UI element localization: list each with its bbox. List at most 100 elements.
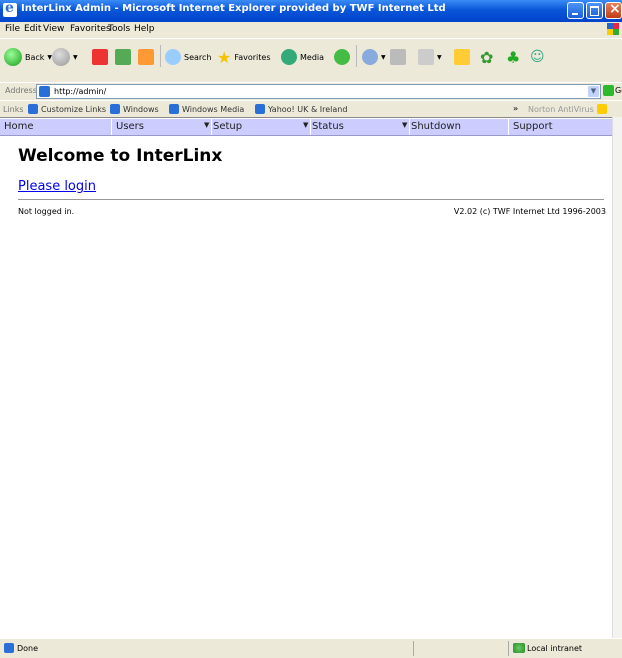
intranet-zone-icon [513, 643, 525, 653]
users-icon: ☺ [530, 49, 545, 65]
login-link[interactable]: Please login [18, 179, 96, 194]
toolbar-divider [356, 45, 357, 67]
version-text: V2.02 (c) TWF Internet Ltd 1996-2003 [453, 207, 606, 216]
back-arrow-icon [4, 48, 22, 66]
messenger-icon: ♣ [506, 47, 521, 67]
nav-divider [111, 119, 112, 135]
status-text: Done [17, 644, 39, 653]
vertical-scrollbar[interactable] [612, 117, 622, 638]
page-title: Welcome to InterLinx [18, 146, 223, 166]
nav-divider [508, 119, 509, 135]
link-page-icon [169, 104, 179, 114]
login-status: Not logged in. [18, 207, 75, 216]
norton-icon [596, 104, 607, 114]
link-page-icon [255, 104, 265, 114]
link-page-icon [28, 104, 38, 114]
ie-icon [3, 0, 17, 17]
nav-users[interactable]: Users [116, 121, 144, 132]
go-button[interactable]: Go [615, 86, 622, 95]
refresh-button[interactable] [115, 47, 131, 67]
mail-icon [362, 49, 378, 65]
nav-status[interactable]: Status [312, 121, 344, 132]
folder-button[interactable] [454, 47, 470, 67]
maximize-button[interactable] [586, 2, 603, 19]
chevron-down-icon[interactable]: ▼ [588, 86, 599, 97]
links-label: Links [3, 105, 24, 114]
menu-favorites[interactable]: Favorites [70, 24, 111, 34]
site-nav-bar: Home Users ▼ Setup ▼ Status ▼ Shutdown S… [0, 119, 612, 136]
toolbar-divider [160, 45, 161, 67]
menu-file[interactable]: File [5, 24, 20, 34]
minimize-button[interactable] [567, 2, 584, 19]
star-icon: ★ [217, 47, 232, 67]
status-divider [508, 641, 509, 656]
media-label: Media [300, 52, 325, 62]
media-icon [281, 49, 297, 65]
link-windows-media[interactable]: Windows Media [169, 104, 244, 114]
standard-toolbar: Back ▼ ▼ Search ★ Favorites Media ▼ ▼ ✿ … [0, 38, 622, 83]
chevron-down-icon[interactable]: ▼ [204, 121, 209, 129]
forward-arrow-icon [52, 48, 70, 66]
home-icon [138, 49, 154, 65]
divider [18, 199, 604, 200]
link-customize-links[interactable]: Customize Links [28, 104, 106, 114]
menu-view[interactable]: View [43, 24, 64, 34]
nav-home[interactable]: Home [4, 121, 34, 132]
chevron-down-icon: ▼ [381, 53, 386, 61]
nav-shutdown[interactable]: Shutdown [411, 121, 461, 132]
back-label: Back [25, 52, 45, 62]
favorites-button[interactable]: ★ Favorites [217, 47, 270, 67]
stop-button[interactable] [92, 47, 108, 67]
page-done-icon [4, 643, 14, 653]
search-icon [165, 49, 181, 65]
nav-divider [310, 119, 311, 135]
nav-setup[interactable]: Setup [213, 121, 242, 132]
chevron-down-icon: ▼ [437, 53, 442, 61]
page-icon [39, 86, 50, 97]
menu-bar: File Edit View Favorites Tools Help [0, 22, 622, 37]
chevron-down-icon[interactable]: ▼ [303, 121, 308, 129]
menu-help[interactable]: Help [134, 24, 155, 34]
address-label: Address [5, 86, 37, 95]
history-icon [334, 49, 350, 65]
forward-button[interactable]: ▼ [52, 47, 78, 67]
link-windows[interactable]: Windows [110, 104, 159, 114]
users-button[interactable]: ☺ [530, 47, 545, 67]
nav-support[interactable]: Support [513, 121, 553, 132]
search-label: Search [184, 52, 212, 62]
status-bar: Done Local intranet [0, 638, 622, 658]
media-button[interactable]: Media [281, 47, 324, 67]
link-page-icon [110, 104, 120, 114]
folder-icon [454, 49, 470, 65]
search-button[interactable]: Search [165, 47, 211, 67]
address-input[interactable]: http://admin/ ▼ [36, 84, 601, 99]
chevron-down-icon: ▼ [73, 53, 78, 61]
menu-edit[interactable]: Edit [24, 24, 41, 34]
refresh-icon [115, 49, 131, 65]
links-overflow-chevron[interactable]: » [513, 104, 518, 113]
edit-button[interactable]: ▼ [418, 47, 442, 67]
print-icon [390, 49, 406, 65]
edit-icon [418, 49, 434, 65]
norton-antivirus[interactable]: Norton AntiVirus [528, 104, 607, 114]
page-content: Home Users ▼ Setup ▼ Status ▼ Shutdown S… [0, 117, 612, 639]
title-bar[interactable]: InterLinx Admin - Microsoft Internet Exp… [0, 0, 622, 22]
windows-logo-icon [607, 23, 619, 35]
flower-button[interactable]: ✿ [480, 47, 493, 67]
close-button[interactable] [605, 1, 622, 19]
home-button[interactable] [138, 47, 154, 67]
link-yahoo[interactable]: Yahoo! UK & Ireland [255, 104, 347, 114]
security-zone: Local intranet [527, 644, 583, 653]
go-arrow-icon[interactable] [603, 85, 614, 96]
print-button[interactable] [390, 47, 406, 67]
window-title: InterLinx Admin - Microsoft Internet Exp… [21, 3, 446, 14]
menu-tools[interactable]: Tools [108, 24, 130, 34]
nav-divider [211, 119, 212, 135]
chevron-down-icon[interactable]: ▼ [402, 121, 407, 129]
history-button[interactable] [334, 47, 350, 67]
messenger-button[interactable]: ♣ [506, 47, 520, 67]
mail-button[interactable]: ▼ [362, 47, 386, 67]
nav-divider [409, 119, 410, 135]
back-button[interactable]: Back ▼ [4, 47, 52, 67]
address-url[interactable]: http://admin/ [54, 87, 106, 96]
